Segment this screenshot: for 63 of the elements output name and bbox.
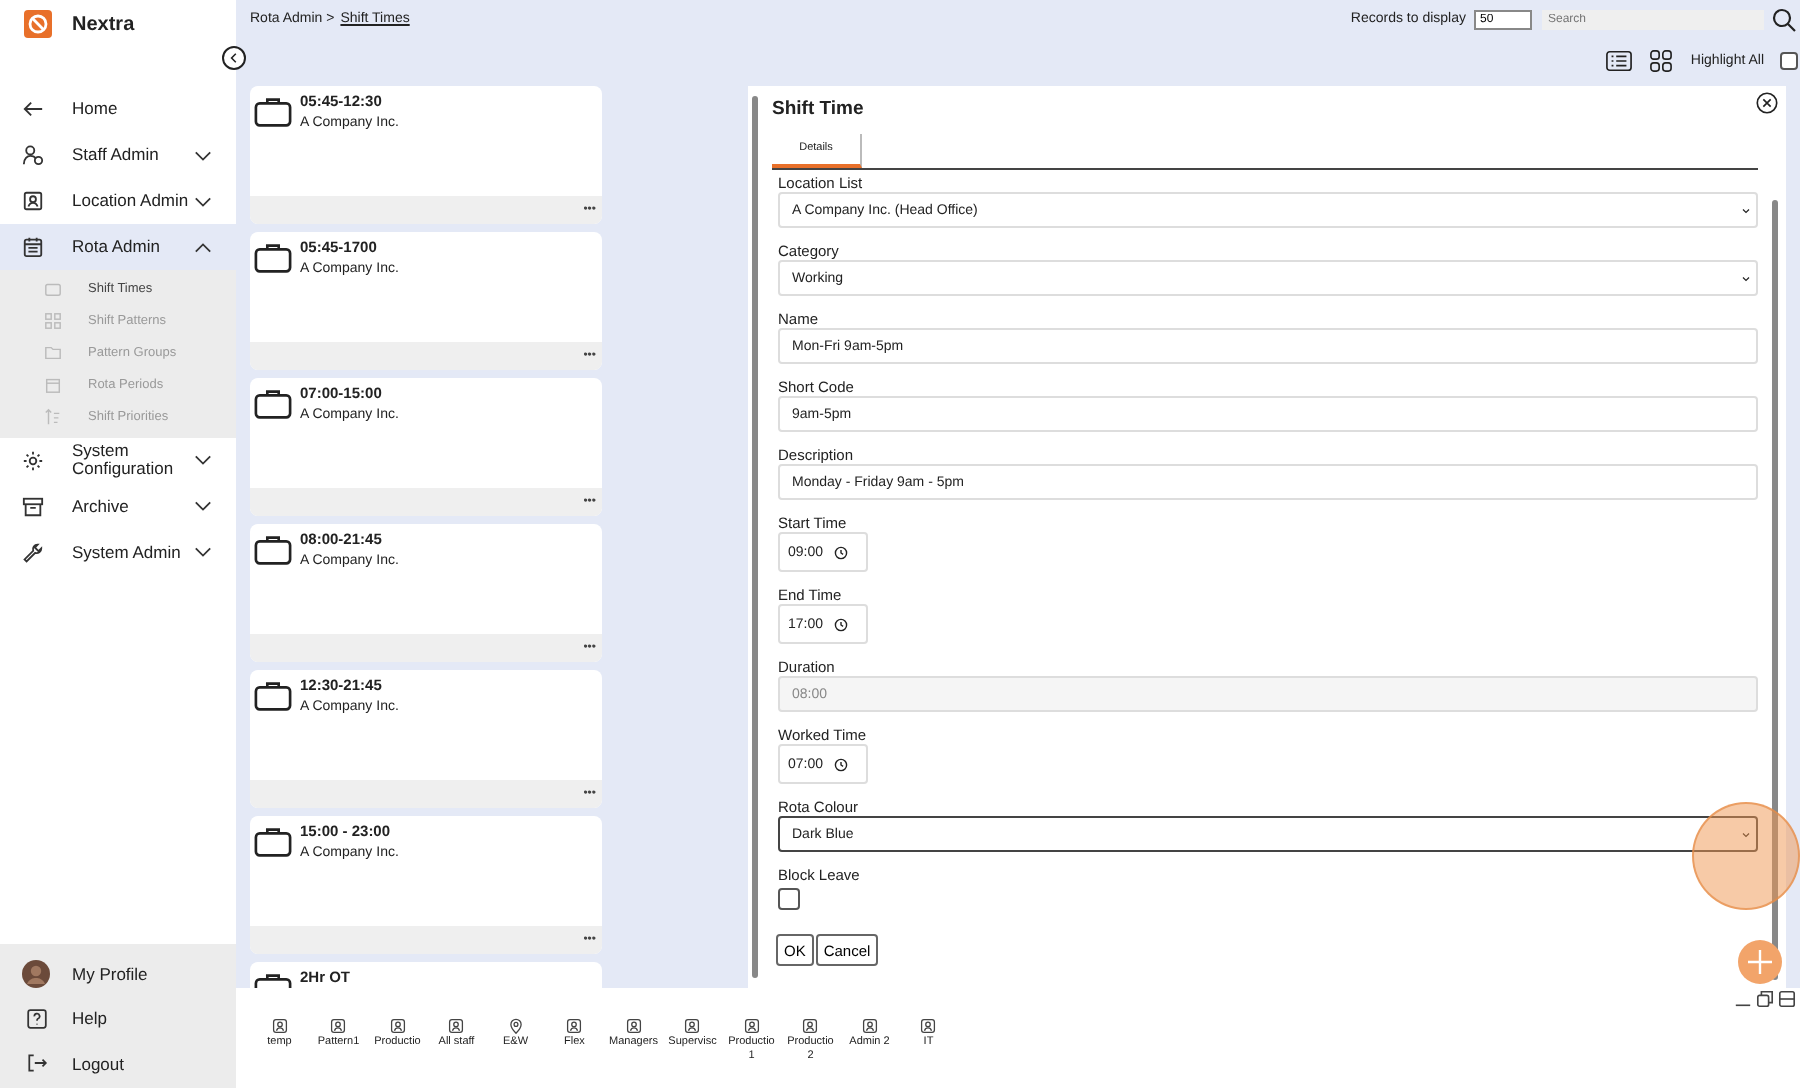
archive-icon — [22, 495, 44, 518]
close-icon[interactable] — [1756, 92, 1778, 114]
restore-icon[interactable] — [1756, 990, 1774, 1008]
highlight-all-checkbox[interactable] — [1780, 52, 1798, 70]
nav-item[interactable]: Home — [0, 86, 236, 132]
briefcase-icon — [254, 680, 292, 712]
grid-view-icon[interactable] — [1648, 50, 1675, 72]
clock-icon — [833, 757, 848, 771]
nav-item[interactable]: System Configuration — [0, 437, 236, 484]
checkbox[interactable] — [778, 888, 800, 910]
briefcase-icon — [254, 534, 292, 566]
person-icon — [271, 1018, 288, 1034]
person-icon — [566, 1018, 583, 1034]
footer-item[interactable]: Help — [0, 996, 236, 1041]
list-view-icon[interactable] — [1606, 50, 1633, 72]
footer-item[interactable]: My Profile — [0, 951, 236, 996]
folder-icon — [44, 343, 62, 362]
maximize-icon[interactable] — [1778, 990, 1796, 1008]
calendar-icon — [22, 236, 44, 258]
tap-highlight — [1692, 802, 1800, 910]
briefcase-icon — [44, 280, 62, 299]
search-icon[interactable] — [1772, 7, 1796, 31]
avatar — [22, 959, 50, 988]
briefcase-icon — [254, 388, 292, 420]
nav-item[interactable]: Rota Admin — [0, 224, 236, 270]
briefcase-icon — [254, 96, 292, 128]
grid-icon — [44, 312, 62, 331]
scrollbar[interactable] — [752, 96, 758, 978]
scrollbar[interactable] — [1772, 200, 1778, 980]
back-icon — [22, 98, 44, 120]
collapse-button[interactable] — [222, 46, 246, 70]
gear-icon — [22, 449, 44, 472]
nav-item[interactable]: System Admin — [0, 529, 236, 576]
briefcase-icon — [254, 826, 292, 858]
clock-icon — [833, 545, 848, 559]
plus-icon — [1748, 950, 1772, 974]
app-name: Nextra — [72, 13, 135, 35]
person-icon — [743, 1018, 760, 1034]
briefcase-icon — [254, 242, 292, 274]
nav-item[interactable]: Location Admin — [0, 178, 236, 224]
help-icon — [25, 1007, 47, 1030]
location-pin-icon — [507, 1018, 524, 1034]
nav-item[interactable]: Archive — [0, 483, 236, 530]
wrench-icon — [22, 541, 44, 564]
person-icon — [802, 1018, 819, 1034]
person-icon — [448, 1018, 465, 1034]
footer-item[interactable]: Logout — [0, 1041, 236, 1086]
person-icon — [684, 1018, 701, 1034]
person-icon — [920, 1018, 937, 1034]
sort-icon — [44, 407, 62, 426]
clock-icon — [833, 617, 848, 631]
badge-icon — [22, 190, 44, 212]
person-icon — [861, 1018, 878, 1034]
chevron-left-icon — [228, 52, 240, 64]
calendar-icon — [44, 375, 62, 394]
nav-item[interactable]: Staff Admin — [0, 132, 236, 178]
logo-icon — [24, 10, 52, 38]
panel-title: Shift Time — [772, 96, 866, 124]
person-icon — [389, 1018, 406, 1034]
logout-icon — [25, 1052, 47, 1075]
person-icon — [625, 1018, 642, 1034]
person-icon — [22, 144, 44, 166]
person-icon — [330, 1018, 347, 1034]
